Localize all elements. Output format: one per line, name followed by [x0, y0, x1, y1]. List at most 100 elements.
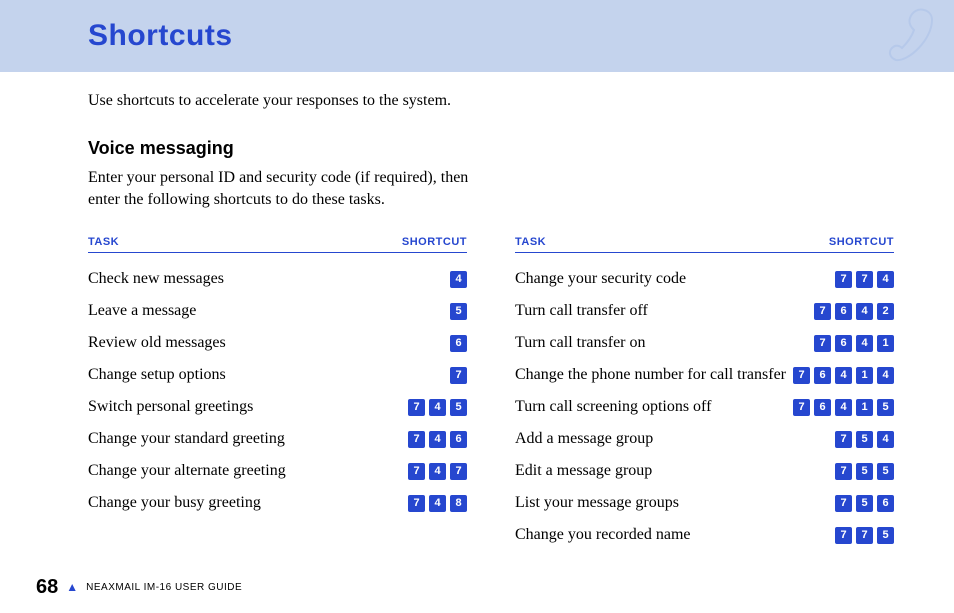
shortcut-keys: 7641 [814, 335, 894, 352]
right-rows: Change your security code774Turn call tr… [515, 263, 894, 551]
th-shortcut: SHORTCUT [829, 236, 894, 248]
header-band: Shortcuts [0, 0, 954, 72]
table-row: Turn call transfer on 7641 [515, 327, 894, 359]
key-badge: 7 [408, 495, 425, 512]
key-badge: 7 [856, 527, 873, 544]
key-badge: 4 [877, 431, 894, 448]
task-label: Edit a message group [515, 462, 652, 480]
task-label: Change your busy greeting [88, 494, 261, 512]
key-badge: 4 [429, 463, 446, 480]
section-description: Enter your personal ID and security code… [88, 167, 488, 210]
task-label: Leave a message [88, 302, 196, 320]
table-row: Leave a message 5 [88, 295, 467, 327]
page-number: 68 [36, 576, 58, 599]
shortcut-keys: 747 [408, 463, 467, 480]
task-label: Change your security code [515, 270, 686, 288]
table-row: Switch personal greetings745 [88, 391, 467, 423]
key-badge: 5 [877, 527, 894, 544]
th-task: TASK [88, 236, 119, 248]
task-label: Turn call transfer off [515, 302, 648, 320]
task-label: List your message groups [515, 494, 679, 512]
key-badge: 4 [877, 271, 894, 288]
key-badge: 8 [450, 495, 467, 512]
key-badge: 1 [856, 367, 873, 384]
table-row: Change the phone number for call transfe… [515, 359, 894, 391]
shortcut-keys: 7 [450, 367, 467, 384]
th-shortcut: SHORTCUT [402, 236, 467, 248]
key-badge: 6 [814, 367, 831, 384]
table-row: Change your alternate greeting 747 [88, 455, 467, 487]
shortcut-keys: 76414 [793, 367, 894, 384]
key-badge: 5 [877, 399, 894, 416]
shortcut-keys: 748 [408, 495, 467, 512]
key-badge: 7 [793, 399, 810, 416]
key-badge: 4 [877, 367, 894, 384]
footer-guide-name: NEAXMAIL IM-16 USER GUIDE [86, 582, 242, 593]
task-label: Change your standard greeting [88, 430, 285, 448]
table-row: Turn call transfer off7642 [515, 295, 894, 327]
table-row: Turn call screening options off 76415 [515, 391, 894, 423]
key-badge: 4 [429, 431, 446, 448]
table-row: Add a message group754 [515, 423, 894, 455]
key-badge: 1 [856, 399, 873, 416]
key-badge: 5 [877, 463, 894, 480]
table-header: TASK SHORTCUT [515, 236, 894, 253]
table-row: Check new messages 4 [88, 263, 467, 295]
key-badge: 5 [856, 463, 873, 480]
left-rows: Check new messages 4 Leave a message 5 Revie… [88, 263, 467, 519]
content-area: Use shortcuts to accelerate your respons… [0, 72, 954, 551]
table-row: Edit a message group755 [515, 455, 894, 487]
table-row: Change setup options 7 [88, 359, 467, 391]
key-badge: 7 [450, 463, 467, 480]
key-badge: 4 [429, 399, 446, 416]
task-label: Review old messages [88, 334, 226, 352]
footer: 68 ▲ NEAXMAIL IM-16 USER GUIDE [36, 576, 242, 599]
key-badge: 4 [835, 367, 852, 384]
task-label: Turn call transfer on [515, 334, 646, 352]
table-header: TASK SHORTCUT [88, 236, 467, 253]
key-badge: 5 [856, 495, 873, 512]
key-badge: 4 [856, 335, 873, 352]
shortcut-keys: 76415 [793, 399, 894, 416]
key-badge: 6 [877, 495, 894, 512]
shortcut-keys: 5 [450, 303, 467, 320]
task-label: Change your alternate greeting [88, 462, 286, 480]
key-badge: 7 [835, 495, 852, 512]
key-badge: 4 [429, 495, 446, 512]
key-badge: 7 [408, 431, 425, 448]
key-badge: 7 [835, 271, 852, 288]
th-task: TASK [515, 236, 546, 248]
shortcut-keys: 775 [835, 527, 894, 544]
section-heading: Voice messaging [88, 138, 894, 159]
key-badge: 7 [793, 367, 810, 384]
left-column: TASK SHORTCUT Check new messages 4 Leave a… [88, 236, 467, 551]
key-badge: 7 [408, 399, 425, 416]
key-badge: 7 [408, 463, 425, 480]
key-badge: 2 [877, 303, 894, 320]
table-row: List your message groups 756 [515, 487, 894, 519]
task-label: Change setup options [88, 366, 226, 384]
key-badge: 1 [877, 335, 894, 352]
key-badge: 6 [835, 335, 852, 352]
key-badge: 7 [835, 431, 852, 448]
columns: TASK SHORTCUT Check new messages 4 Leave a… [88, 236, 894, 551]
shortcut-keys: 4 [450, 271, 467, 288]
task-label: Turn call screening options off [515, 398, 711, 416]
intro-text: Use shortcuts to accelerate your respons… [88, 92, 894, 110]
shortcut-keys: 754 [835, 431, 894, 448]
shortcut-keys: 6 [450, 335, 467, 352]
key-badge: 7 [835, 463, 852, 480]
table-row: Change you recorded name775 [515, 519, 894, 551]
phone-handset-icon [888, 6, 936, 67]
table-row: Change your standard greeting 746 [88, 423, 467, 455]
key-badge: 5 [450, 303, 467, 320]
key-badge: 7 [856, 271, 873, 288]
key-badge: 7 [814, 303, 831, 320]
key-badge: 4 [450, 271, 467, 288]
task-label: Check new messages [88, 270, 224, 288]
key-badge: 6 [835, 303, 852, 320]
table-row: Review old messages 6 [88, 327, 467, 359]
key-badge: 4 [835, 399, 852, 416]
key-badge: 6 [814, 399, 831, 416]
shortcut-keys: 746 [408, 431, 467, 448]
